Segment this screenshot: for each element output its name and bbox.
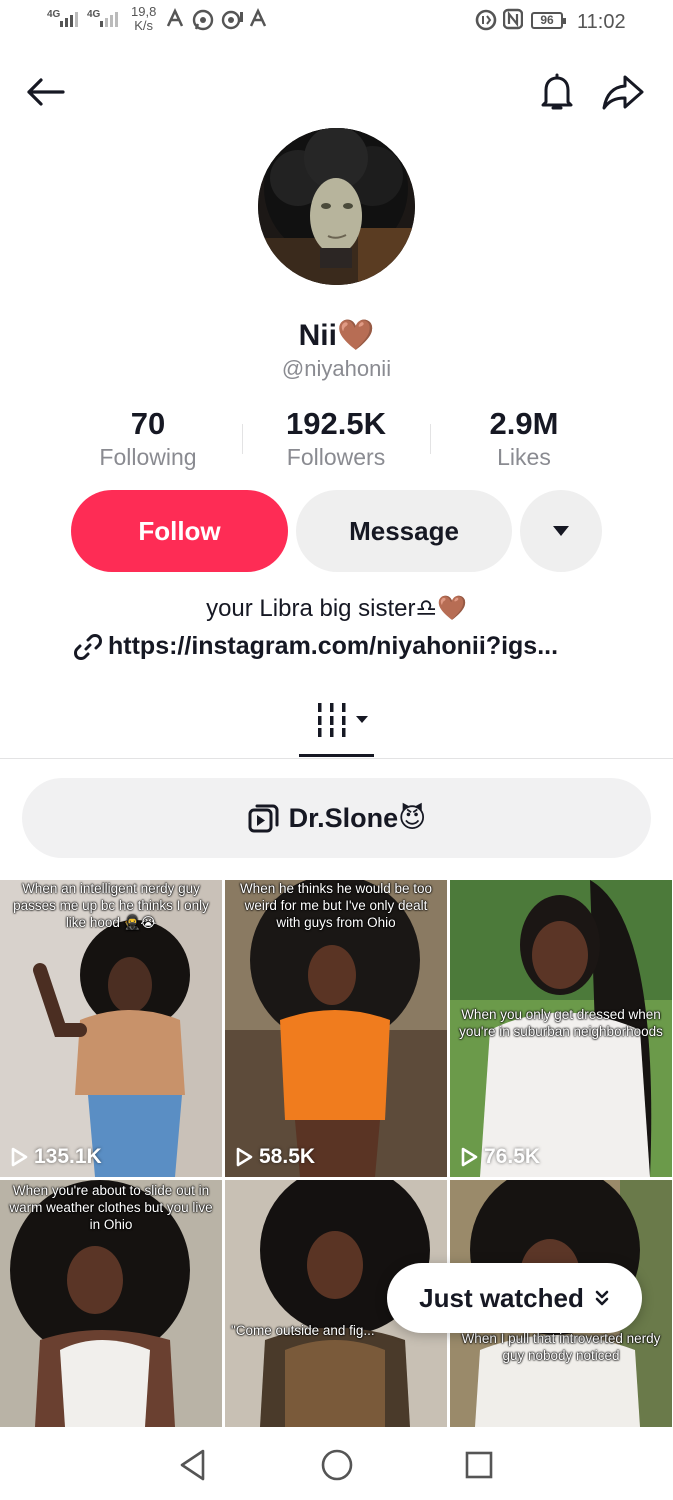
play-icon <box>461 1147 478 1167</box>
profile-handle: @niyahonii <box>281 356 392 381</box>
video-views: 76.5K <box>460 1145 540 1169</box>
nfc-icon <box>503 8 523 30</box>
battery-icon: 96 <box>531 12 566 29</box>
playlist-button[interactable]: Dr.Slone😈 <box>22 778 651 858</box>
share-arrow-icon <box>602 75 644 110</box>
grid-videos-icon <box>318 703 368 737</box>
stat-following[interactable]: 70 Following <box>53 406 243 471</box>
tab-divider <box>0 758 673 759</box>
stat-likes-value: 2.9M <box>489 406 559 441</box>
videos-tab[interactable] <box>318 700 372 743</box>
video-thumbnail[interactable]: When he thinks he would be too weird for… <box>225 880 447 1177</box>
system-nav-bar <box>0 1427 673 1500</box>
play-icon <box>11 1147 28 1167</box>
double-chevron-down-icon <box>595 1290 609 1306</box>
video-caption: When you only get dressed when you're in… <box>459 1007 663 1039</box>
video-views: 58.5K <box>235 1145 315 1169</box>
network-speed: 19,8 K/s <box>131 5 156 33</box>
data-saver-icon <box>475 9 497 31</box>
stat-followers-label: Followers <box>286 444 386 470</box>
more-options-button[interactable] <box>520 490 602 572</box>
video-views-count: 135.1K <box>34 1145 102 1168</box>
back-button[interactable] <box>23 70 67 114</box>
video-caption: When an intelligent nerdy guy passes me … <box>13 881 209 930</box>
status-bar: 4G 4G 19,8 K/s 96 11:02 <box>0 0 673 46</box>
message-button[interactable]: Message <box>296 490 512 572</box>
bell-icon <box>541 73 573 110</box>
clock: 11:02 <box>577 11 626 33</box>
profile-link-text: https://instagram.com/niyahonii?igs... <box>108 632 559 660</box>
camera-notification-icon <box>221 10 243 30</box>
network-speed-unit: K/s <box>134 18 154 33</box>
nav-back-icon <box>180 1449 205 1481</box>
video-caption: When you're about to slide out in warm w… <box>9 1183 213 1232</box>
link-icon <box>74 633 102 660</box>
share-button[interactable] <box>601 70 645 114</box>
caret-down-icon <box>553 526 569 536</box>
app-a-icon <box>166 8 184 27</box>
video-caption: When I pull that introverted nerdy guy n… <box>461 1331 661 1363</box>
video-views: 135.1K <box>10 1145 102 1169</box>
video-views-count: 58.5K <box>259 1145 316 1168</box>
just-watched-label: Just watched <box>419 1282 584 1313</box>
video-caption: When he thinks he would be too weird for… <box>239 881 433 930</box>
avatar-image <box>258 128 415 285</box>
signal-bars-1-icon <box>60 12 78 27</box>
profile-bio: your Libra big sister♎🤎 <box>206 595 467 622</box>
profile-link[interactable]: https://instagram.com/niyahonii?igs... <box>74 632 558 661</box>
stat-followers[interactable]: 192.5K Followers <box>241 406 431 471</box>
nav-home-icon <box>321 1449 353 1481</box>
arrow-left-icon <box>27 78 65 106</box>
just-watched-button[interactable]: Just watched <box>387 1263 642 1333</box>
video-thumbnail[interactable]: When you only get dressed when you're in… <box>450 880 672 1177</box>
tab-active-indicator <box>299 754 374 757</box>
signal-label-2: 4G <box>87 9 101 20</box>
play-icon <box>236 1147 253 1167</box>
video-thumbnail[interactable]: When you're about to slide out in warm w… <box>0 1180 222 1427</box>
video-thumbnail[interactable]: When an intelligent nerdy guy passes me … <box>0 880 222 1177</box>
signal-bars-2-icon <box>100 12 118 27</box>
nav-recents-button[interactable] <box>459 1445 499 1485</box>
stat-likes[interactable]: 2.9M Likes <box>429 406 619 471</box>
playlist-label: Dr.Slone😈 <box>288 802 427 833</box>
playlist-icon <box>248 804 279 833</box>
nav-home-button[interactable] <box>317 1445 357 1485</box>
stat-likes-label: Likes <box>497 444 551 470</box>
notifications-button[interactable] <box>535 70 579 114</box>
follow-button[interactable]: Follow <box>71 490 288 572</box>
profile-name: Nii🤎 <box>298 319 375 352</box>
app-a2-icon <box>249 8 267 27</box>
signal-label-1: 4G <box>47 9 61 20</box>
network-speed-value: 19,8 <box>131 4 157 19</box>
stat-following-value: 70 <box>130 406 166 441</box>
nav-recents-icon <box>465 1451 493 1479</box>
nav-back-button[interactable] <box>172 1445 212 1485</box>
stat-following-label: Following <box>99 444 197 470</box>
whatsapp-icon <box>192 9 214 31</box>
video-views-count: 76.5K <box>484 1145 541 1168</box>
stat-followers-value: 192.5K <box>286 406 386 441</box>
avatar[interactable] <box>258 128 415 285</box>
